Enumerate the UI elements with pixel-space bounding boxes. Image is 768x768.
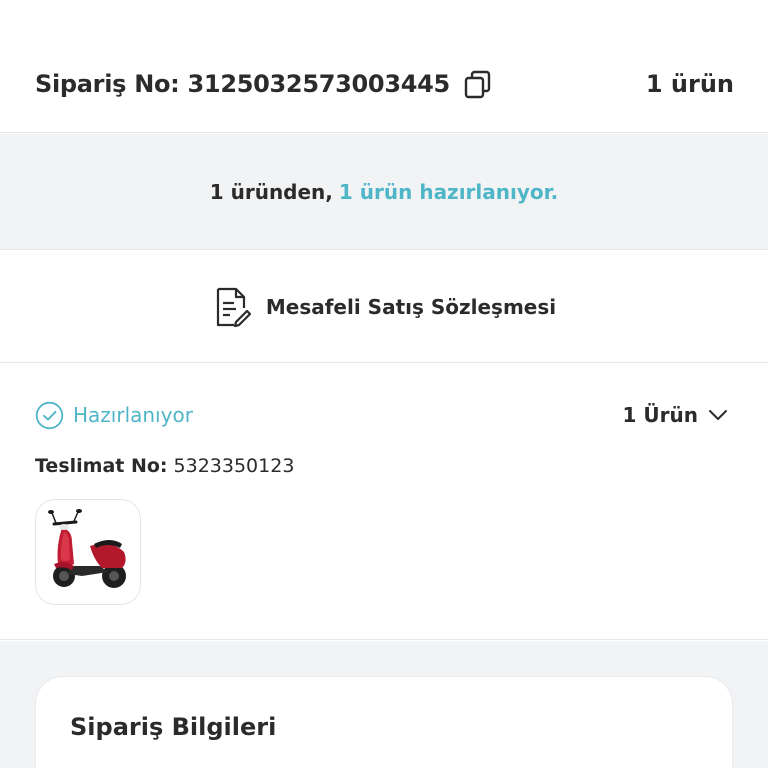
copy-icon[interactable] — [462, 68, 494, 100]
delivery-number-label: Teslimat No: — [35, 455, 168, 477]
status-banner-highlight: 1 ürün hazırlanıyor. — [338, 179, 559, 204]
check-circle-icon — [35, 401, 64, 430]
order-info-card: Sipariş Bilgileri — [35, 676, 733, 768]
chevron-down-icon — [708, 405, 728, 425]
order-number-value: 3125032573003445 — [187, 70, 451, 98]
order-number: Sipariş No: 3125032573003445 — [35, 66, 494, 102]
order-info-title: Sipariş Bilgileri — [70, 713, 277, 741]
shipment-item-count: 1 Ürün — [622, 403, 698, 427]
order-number-label: Sipariş No: — [35, 70, 180, 98]
status-banner: 1 üründen, 1 ürün hazırlanıyor. — [0, 134, 768, 250]
delivery-number-value: 5323350123 — [173, 455, 295, 477]
red-scooter-image — [48, 509, 126, 588]
distance-sales-contract-link[interactable]: Mesafeli Satış Sözleşmesi — [0, 251, 768, 363]
status-banner-prefix: 1 üründen, — [209, 179, 333, 204]
document-edit-icon — [212, 286, 252, 328]
delivery-number: Teslimat No: 5323350123 — [35, 452, 294, 480]
distance-sales-contract-label: Mesafeli Satış Sözleşmesi — [265, 294, 557, 319]
shipment-section: Hazırlanıyor 1 Ürün Teslimat No: 5323350… — [0, 364, 768, 640]
shipment-items-toggle[interactable]: 1 Ürün — [623, 400, 728, 430]
shipment-status-label: Hazırlanıyor — [73, 403, 193, 427]
product-thumbnail[interactable] — [35, 499, 141, 605]
order-header: Sipariş No: 3125032573003445 1 ürün — [0, 0, 768, 133]
order-item-count: 1 ürün — [645, 70, 734, 98]
shipment-status: Hazırlanıyor — [35, 400, 193, 430]
